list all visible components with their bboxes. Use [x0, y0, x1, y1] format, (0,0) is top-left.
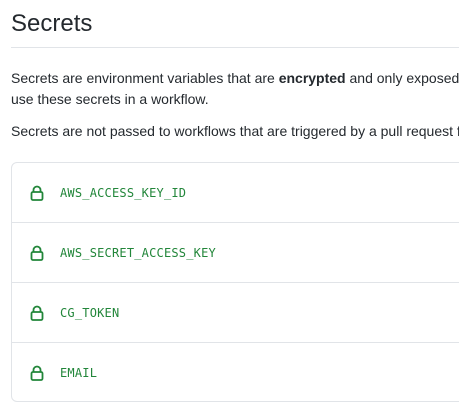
title-divider [11, 47, 459, 48]
lock-icon [30, 185, 44, 201]
page-title: Secrets [11, 10, 93, 37]
lock-icon [30, 305, 44, 321]
lock-icon [30, 245, 44, 261]
secret-name: CG_TOKEN [60, 305, 120, 320]
secret-name: AWS_SECRET_ACCESS_KEY [60, 245, 216, 260]
secret-name: EMAIL [60, 366, 98, 380]
lock-icon [30, 365, 44, 381]
intro-line1-suffix: and only exposed t [345, 70, 459, 86]
intro-line2: use these secrets in a workflow. [11, 91, 209, 107]
secret-row: CG_TOKEN [12, 283, 459, 343]
secrets-list: AWS_ACCESS_KEY_ID AWS_SECRET_ACCESS_KEY … [11, 162, 459, 402]
pull-request-note: Secrets are not passed to workflows that… [11, 123, 459, 139]
secret-row: AWS_ACCESS_KEY_ID [12, 163, 459, 223]
secret-name: AWS_ACCESS_KEY_ID [60, 185, 187, 200]
intro-line1-prefix: Secrets are environment variables that a… [11, 70, 279, 86]
secret-row: EMAIL [12, 343, 459, 401]
secrets-page: Secrets Secrets are environment variable… [11, 0, 459, 402]
intro-line1-bold: encrypted [278, 70, 346, 86]
intro-paragraph: Secrets are environment variables that a… [11, 68, 459, 110]
secret-row: AWS_SECRET_ACCESS_KEY [12, 223, 459, 283]
